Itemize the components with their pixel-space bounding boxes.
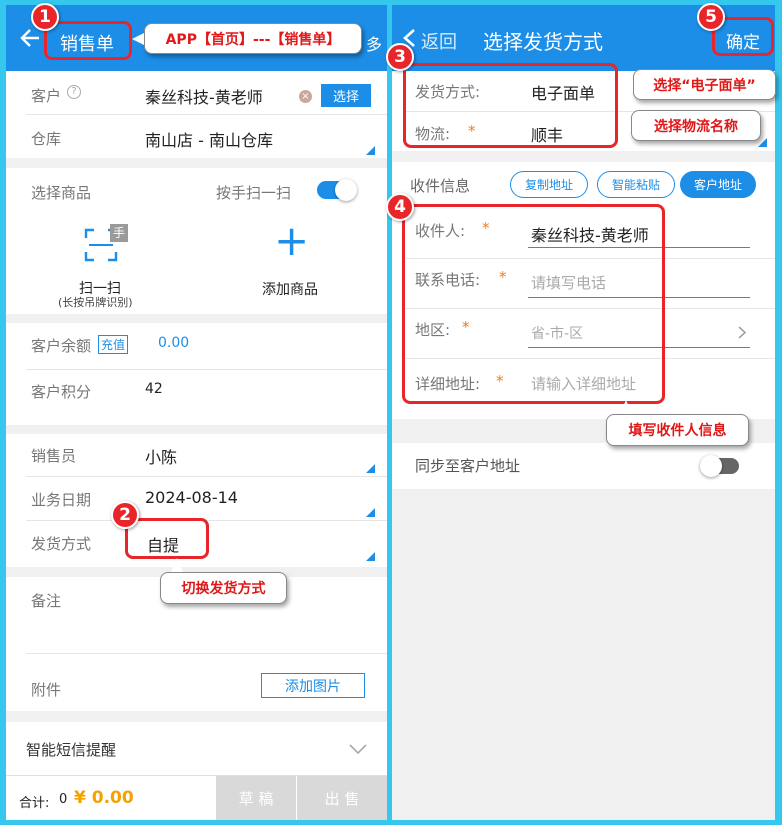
sync-label: 同步至客户地址 <box>415 457 521 475</box>
add-image-button[interactable]: 添加图片 <box>261 673 365 698</box>
delivery-label: 发货方式 <box>31 535 92 553</box>
callout-pointer <box>132 33 144 45</box>
add-product-icon[interactable]: + <box>274 220 309 262</box>
dropdown-corner-icon <box>366 508 375 517</box>
dropdown-corner-icon <box>366 552 375 561</box>
chevron-down-icon[interactable] <box>349 744 367 754</box>
callout-select-logistics: 选择物流名称 <box>631 110 761 141</box>
customer-select-button[interactable]: 选择 <box>321 84 371 107</box>
product-select-card: 选择商品 按手扫一扫 手 扫一扫 (长按吊牌识别) + 添加商品 <box>6 168 387 314</box>
points-label: 客户积分 <box>31 383 92 401</box>
callout-pointer <box>621 80 633 92</box>
hand-badge: 手 <box>110 224 128 242</box>
draft-button[interactable]: 草 稿 <box>216 776 296 820</box>
chevron-right-icon[interactable] <box>738 326 746 339</box>
dropdown-corner-icon <box>758 138 767 147</box>
more-button[interactable]: 多 <box>366 31 382 55</box>
customer-address-button[interactable]: 客户地址 <box>680 171 756 198</box>
customer-warehouse-card: 客户 ? 秦丝科技-黄老师 × 选择 仓库 南山店 - 南山仓库 <box>6 71 387 158</box>
total-label: 合计: <box>19 796 50 811</box>
smart-paste-button[interactable]: 智能粘贴 <box>597 171 675 198</box>
customer-account-card: 客户余额 充值 0.00 客户积分 42 <box>6 323 387 425</box>
total-amount: ¥ 0.00 <box>74 788 134 808</box>
copy-address-button[interactable]: 复制地址 <box>510 171 588 198</box>
highlight-box-title <box>44 21 132 60</box>
remark-label: 备注 <box>31 592 62 610</box>
callout-switch-delivery: 切换发货方式 <box>160 572 287 604</box>
clear-icon[interactable]: × <box>299 90 312 103</box>
customer-value[interactable]: 秦丝科技-黄老师 <box>145 84 263 108</box>
customer-label: 客户 <box>31 87 62 105</box>
sms-label: 智能短信提醒 <box>26 741 117 759</box>
callout-fill-receiver: 填写收件人信息 <box>606 414 749 446</box>
sell-button[interactable]: 出 售 <box>297 776 387 820</box>
receiver-info-title: 收件信息 <box>410 177 471 195</box>
bottom-bar: 合计: 0 ¥ 0.00 草 稿 出 售 <box>6 775 387 820</box>
callout-select-eorder: 选择“电子面单” <box>633 69 776 100</box>
back-arrow-icon[interactable] <box>20 29 40 47</box>
step-2-marker: 2 <box>111 501 139 529</box>
page-title: 选择发货方式 <box>483 30 603 54</box>
callout-pointer <box>619 120 631 132</box>
biz-date-label: 业务日期 <box>31 491 92 509</box>
sales-order-screen: 销售单 多 客户 ? 秦丝科技-黄老师 × 选择 仓库 南山店 - 南山仓库 选… <box>6 5 387 820</box>
callout-pointer <box>620 400 632 414</box>
attachment-label: 附件 <box>31 681 62 699</box>
salesperson-label: 销售员 <box>31 447 77 465</box>
add-product-label[interactable]: 添加商品 <box>262 279 318 299</box>
biz-date-value[interactable]: 2024-08-14 <box>145 488 238 507</box>
dropdown-corner-icon <box>366 464 375 473</box>
highlight-box-method <box>403 63 618 148</box>
balance-label: 客户余额 <box>31 337 92 355</box>
points-value: 42 <box>145 381 163 397</box>
hand-scan-toggle[interactable] <box>317 179 357 201</box>
callout-app-path: APP【首页】---【销售单】 <box>144 23 362 54</box>
hand-scan-label: 按手扫一扫 <box>216 184 292 202</box>
balance-value: 0.00 <box>158 335 190 351</box>
highlight-box-receiver <box>402 204 665 404</box>
recharge-button[interactable]: 充值 <box>98 335 129 354</box>
dropdown-corner-icon <box>366 146 375 155</box>
step-4-marker: 4 <box>386 193 414 221</box>
salesperson-value[interactable]: 小陈 <box>145 444 177 468</box>
help-icon[interactable]: ? <box>67 85 81 99</box>
scan-sublabel: (长按吊牌识别) <box>58 296 133 309</box>
sync-address-row: 同步至客户地址 <box>392 443 775 489</box>
step-1-marker: 1 <box>31 3 59 31</box>
warehouse-label: 仓库 <box>31 130 62 148</box>
callout-pointer <box>171 558 183 572</box>
highlight-box-delivery <box>125 518 209 559</box>
step-5-marker: 5 <box>697 3 725 31</box>
back-button[interactable]: 返回 <box>421 28 457 54</box>
total-quantity: 0 <box>59 792 68 807</box>
warehouse-value[interactable]: 南山店 - 南山仓库 <box>145 127 273 151</box>
step-3-marker: 3 <box>386 43 414 71</box>
product-section-title: 选择商品 <box>31 184 92 202</box>
sms-reminder-row[interactable]: 智能短信提醒 <box>6 722 387 775</box>
sync-address-toggle[interactable] <box>700 455 739 477</box>
